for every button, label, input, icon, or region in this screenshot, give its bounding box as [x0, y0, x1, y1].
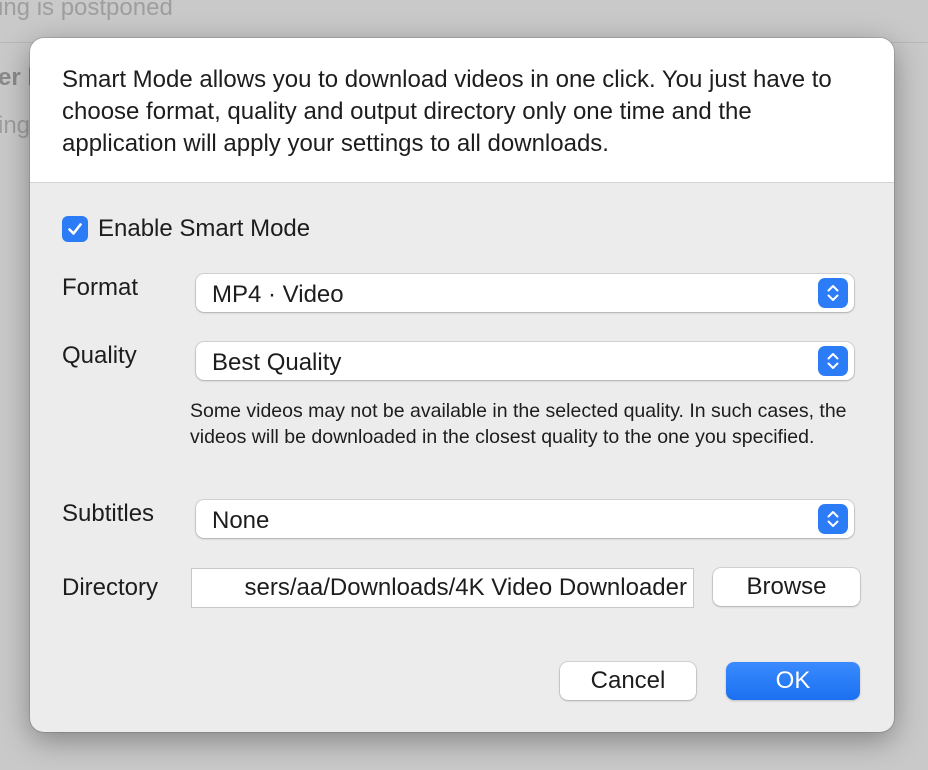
quality-stepper[interactable]	[818, 346, 848, 376]
quality-select-value: Best Quality	[212, 349, 342, 376]
enable-smart-mode-row[interactable]: Enable Smart Mode	[62, 214, 310, 244]
chevron-up-down-icon	[827, 353, 839, 369]
subtitles-label: Subtitles	[62, 500, 155, 527]
intro-text: Smart Mode allows you to download videos…	[62, 66, 832, 157]
checkmark-icon	[68, 223, 82, 235]
format-label: Format	[62, 274, 139, 301]
background-text: ing is postponed	[0, 0, 173, 21]
subtitles-stepper[interactable]	[818, 504, 848, 534]
enable-smart-mode-label[interactable]: Enable Smart Mode	[98, 215, 310, 243]
subtitles-select[interactable]: None	[196, 500, 854, 538]
subtitles-select-value: None	[212, 507, 270, 534]
format-select-value: MP4 · Video	[212, 281, 344, 308]
format-select[interactable]: MP4 · Video	[196, 274, 854, 312]
format-stepper[interactable]	[818, 278, 848, 308]
dialog-header: Smart Mode allows you to download videos…	[30, 38, 894, 183]
quality-select[interactable]: Best Quality	[196, 342, 854, 380]
enable-smart-mode-checkbox[interactable]	[62, 216, 88, 242]
background-text: ing	[0, 112, 31, 139]
chevron-up-down-icon	[827, 511, 839, 527]
chevron-up-down-icon	[827, 285, 839, 301]
quality-note: Some videos may not be available in the …	[190, 400, 847, 448]
background-text: er l	[0, 64, 35, 91]
directory-field[interactable]: sers/aa/Downloads/4K Video Downloader	[191, 568, 694, 608]
smart-mode-dialog: Smart Mode allows you to download videos…	[30, 38, 894, 732]
browse-button[interactable]: Browse	[713, 568, 860, 606]
directory-field-value: sers/aa/Downloads/4K Video Downloader	[244, 574, 688, 601]
cancel-button[interactable]: Cancel	[560, 662, 696, 700]
directory-label: Directory	[62, 574, 159, 601]
ok-button[interactable]: OK	[726, 662, 860, 700]
quality-label: Quality	[62, 342, 137, 369]
